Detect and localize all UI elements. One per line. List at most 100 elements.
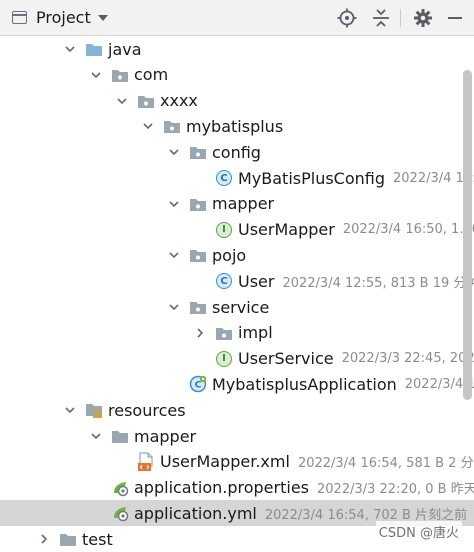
chevron-down-icon[interactable] (88, 423, 104, 449)
tree-node[interactable]: mapper (166, 191, 282, 217)
tree-node-label: service (212, 297, 270, 317)
tree-node[interactable]: I UserMapper 2022/3/4 16:50, 1.06 (192, 217, 474, 243)
tree-row[interactable]: xxxx (0, 88, 474, 114)
project-view-title[interactable]: Project (36, 8, 91, 27)
gear-icon[interactable] (412, 7, 434, 29)
tree-node-label: UserMapper.xml (160, 452, 290, 472)
file-metadata: 2022/3/4 16:2 (393, 170, 474, 186)
spring-app-icon: C (188, 374, 208, 394)
package-icon (162, 116, 182, 136)
tree-node-label: User (238, 271, 275, 291)
tree-row[interactable]: I UserMapper 2022/3/4 16:50, 1.06 (0, 217, 474, 243)
tree-row[interactable]: com (0, 62, 474, 88)
folder-icon (58, 529, 78, 549)
tree-row[interactable]: C User 2022/3/4 12:55, 813 B 19 分钟 (0, 268, 474, 294)
tree-node[interactable]: I UserService 2022/3/3 22:45, 202 B (192, 346, 474, 372)
tree-node[interactable]: xxxx (114, 88, 206, 114)
tree-node[interactable]: pojo (166, 242, 254, 268)
tree-node-label: UserService (238, 349, 334, 369)
project-window-icon (12, 11, 27, 24)
interface-icon: I (214, 349, 234, 369)
package-icon (188, 297, 208, 317)
tree-node[interactable]: test (36, 526, 121, 552)
tree-node-label: resources (108, 400, 186, 420)
chevron-down-icon[interactable] (62, 397, 78, 423)
collapse-all-icon[interactable] (370, 7, 392, 29)
chevron-down-icon[interactable] (114, 88, 130, 114)
locate-icon[interactable] (336, 7, 358, 29)
file-metadata: 2022/3/3 22:45, 202 B (341, 351, 474, 367)
file-metadata: 2022/3/4 16:54, 581 B 2 分钟 (297, 456, 474, 472)
tree-node[interactable]: service (166, 294, 277, 320)
tree-node-label: MyBatisPlusConfig (238, 168, 386, 188)
tree-node[interactable]: java (62, 36, 150, 62)
tree-row[interactable]: service (0, 294, 474, 320)
chevron-down-icon[interactable] (166, 191, 182, 217)
xml-file-icon (136, 452, 156, 472)
tree-row[interactable]: I UserService 2022/3/3 22:45, 202 B (0, 346, 474, 372)
tree-row[interactable]: impl (0, 320, 474, 346)
tree-row[interactable]: config (0, 139, 474, 165)
project-tree[interactable]: java com xxxx mybatisplus config C MyBatisPlus… (0, 36, 474, 552)
svg-text:C: C (195, 381, 202, 391)
tree-row[interactable]: resources (0, 397, 474, 423)
file-metadata: 2022/3/4 16:50, 1.06 (342, 222, 474, 238)
tree-row[interactable]: mapper (0, 423, 474, 449)
class-icon: C (214, 271, 234, 291)
chevron-down-icon[interactable] (98, 15, 108, 21)
chevron-down-icon[interactable] (62, 36, 78, 62)
tree-node[interactable]: mybatisplus (140, 113, 291, 139)
tree-row[interactable]: pojo (0, 242, 474, 268)
tree-node[interactable]: config (166, 139, 269, 165)
tree-row[interactable]: CMyBatisPlusConfig 2022/3/4 16:2 (0, 165, 474, 191)
watermark: CSDN @唐火 (375, 521, 462, 542)
toolbar-divider (400, 9, 401, 27)
tree-row[interactable]: UserMapper.xml 2022/3/4 16:54, 581 B 2 分钟 (0, 449, 474, 475)
vertical-scrollbar[interactable] (463, 70, 472, 400)
tree-node-label: application.properties (134, 478, 309, 498)
spring-config-icon (110, 478, 130, 498)
tree-node-label: com (134, 65, 169, 85)
tree-row[interactable]: mapper (0, 191, 474, 217)
package-icon (188, 142, 208, 162)
package-icon (188, 194, 208, 214)
tree-node-label: test (82, 529, 113, 549)
tree-node[interactable]: mapper (88, 423, 204, 449)
chevron-down-icon[interactable] (166, 242, 182, 268)
minimize-icon[interactable] (444, 7, 466, 29)
chevron-down-icon[interactable] (140, 113, 156, 139)
chevron-right-icon[interactable] (192, 320, 208, 346)
tree-node[interactable]: C User 2022/3/4 12:55, 813 B 19 分钟 (192, 268, 474, 294)
chevron-down-icon[interactable] (166, 294, 182, 320)
tree-row[interactable]: application.properties 2022/3/3 22:20, 0 … (0, 475, 474, 501)
tree-row[interactable]: java (0, 36, 474, 62)
tree-node-label: config (212, 142, 261, 162)
tree-node-label: java (108, 39, 142, 59)
tree-node[interactable]: UserMapper.xml 2022/3/4 16:54, 581 B 2 分钟 (114, 449, 474, 475)
tree-node-label: MybatisplusApplication (212, 374, 397, 394)
chevron-right-icon[interactable] (36, 526, 52, 552)
tree-node-label: mapper (134, 426, 197, 446)
file-metadata: 2022/3/3 22:20, 0 B 昨天 2 (317, 482, 474, 498)
tree-node[interactable]: com (88, 62, 176, 88)
tree-node-label: xxxx (160, 91, 198, 111)
tree-node[interactable]: resources (62, 397, 194, 423)
chevron-down-icon[interactable] (166, 139, 182, 165)
resources-folder-icon (84, 400, 104, 420)
chevron-down-icon[interactable] (88, 62, 104, 88)
tree-node[interactable]: impl (192, 320, 281, 346)
tree-node[interactable]: CMybatisplusApplication2022/3/4 16: (166, 371, 474, 397)
tree-node[interactable]: application.properties 2022/3/3 22:20, 0 … (88, 475, 474, 501)
package-icon (214, 323, 234, 343)
tree-node[interactable]: CMyBatisPlusConfig 2022/3/4 16:2 (192, 165, 474, 191)
file-metadata: 2022/3/4 12:55, 813 B 19 分钟 (282, 275, 474, 291)
tree-row[interactable]: CMybatisplusApplication2022/3/4 16: (0, 371, 474, 397)
package-icon (136, 91, 156, 111)
tree-node-label: impl (238, 323, 273, 343)
tree-row[interactable]: mybatisplus (0, 113, 474, 139)
tree-node-label: mapper (212, 194, 275, 214)
tree-node-label: UserMapper (238, 220, 335, 240)
package-icon (110, 65, 130, 85)
package-icon (188, 245, 208, 265)
interface-icon: I (214, 220, 234, 240)
